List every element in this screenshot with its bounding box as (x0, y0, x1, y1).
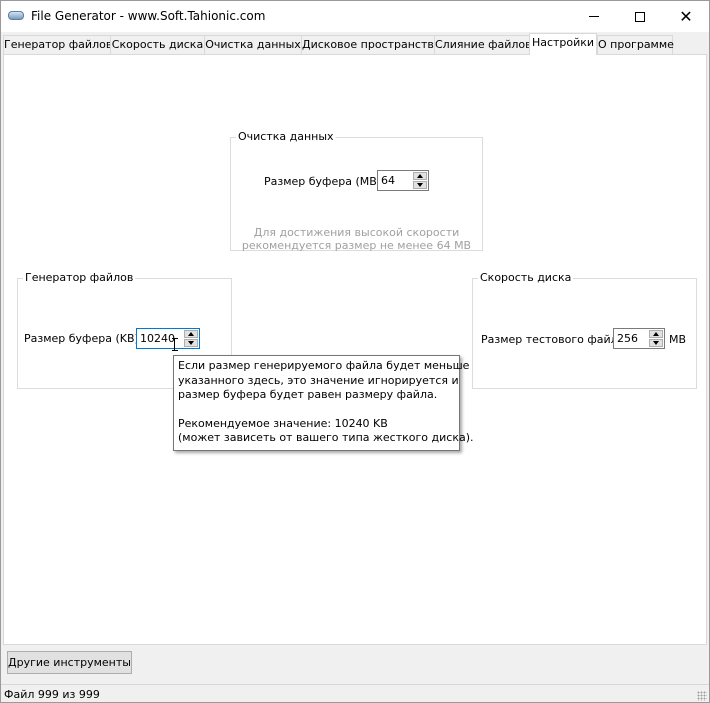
tab-disk-speed[interactable]: Скорость диска (110, 35, 205, 54)
arrow-down-icon (417, 183, 423, 187)
resize-grip-icon[interactable] (697, 691, 707, 701)
test-file-size-up-button[interactable] (649, 330, 663, 338)
maximize-button[interactable] (617, 1, 663, 32)
tab-data-wipe[interactable]: Очистка данных (204, 35, 302, 54)
generator-buffer-down-button[interactable] (184, 339, 198, 347)
data-wipe-group-title: Очистка данных (236, 130, 336, 143)
wipe-hint-line2: рекомендуется размер не менее 64 MB (241, 239, 472, 252)
test-file-size-label: Размер тестового файла: (481, 333, 629, 346)
title-bar[interactable]: File Generator - www.Soft.Tahionic.com ✕ (1, 1, 709, 32)
tooltip-line4: Рекомендуемое значение: 10240 KB (178, 416, 388, 430)
close-icon: ✕ (679, 7, 693, 26)
close-button[interactable]: ✕ (663, 1, 709, 32)
data-wipe-group: Очистка данных Размер буфера (MB): 64 Дл… (230, 130, 483, 252)
disk-speed-group: Скорость диска Размер тестового файла: 2… (472, 271, 697, 389)
test-file-size-down-button[interactable] (649, 339, 663, 347)
arrow-up-icon (417, 174, 423, 178)
test-file-size-value[interactable]: 256 (617, 332, 638, 345)
maximize-icon (635, 11, 645, 22)
arrow-down-icon (653, 341, 659, 345)
wipe-buffer-stepper[interactable]: 64 (377, 170, 429, 191)
file-generator-group-title: Генератор файлов (23, 271, 136, 284)
other-tools-button[interactable]: Другие инструменты (7, 651, 132, 674)
wipe-buffer-value[interactable]: 64 (381, 174, 395, 187)
wipe-buffer-label: Размер буфера (MB): (264, 175, 385, 188)
minimize-button[interactable] (571, 1, 617, 32)
arrow-down-icon (188, 341, 194, 345)
minimize-icon (589, 16, 599, 17)
bottom-toolbar: Другие инструменты (1, 646, 709, 684)
disk-speed-group-title: Скорость диска (478, 271, 574, 284)
tooltip-line5: (может зависеть от вашего типа жесткого … (178, 431, 474, 444)
app-disk-icon (8, 11, 24, 20)
wipe-buffer-up-button[interactable] (413, 172, 427, 180)
generator-buffer-value[interactable]: 10240 (140, 332, 175, 345)
tab-file-generator[interactable]: Генератор файлов (3, 35, 112, 54)
arrow-up-icon (653, 332, 659, 336)
test-file-size-unit: MB (669, 333, 687, 346)
text-cursor-icon (172, 338, 179, 351)
tooltip-line1: Если размер генерируемого файла будет ме… (178, 359, 470, 372)
generator-buffer-label: Размер буфера (KB): (24, 332, 143, 345)
tab-about[interactable]: О программе (597, 35, 674, 54)
wipe-buffer-down-button[interactable] (413, 181, 427, 189)
buffer-size-tooltip: Если размер генерируемого файла будет ме… (173, 355, 474, 451)
tab-strip: Генератор файлов Скорость диска Очистка … (3, 33, 707, 55)
wipe-hint-line1: Для достижения высокой скорости (253, 226, 460, 239)
tab-file-merge[interactable]: Слияние файлов (434, 35, 532, 54)
test-file-size-stepper[interactable]: 256 (613, 328, 665, 349)
settings-panel: Очистка данных Размер буфера (MB): 64 Дл… (3, 54, 707, 645)
tab-settings[interactable]: Настройки (529, 33, 597, 55)
app-window: File Generator - www.Soft.Tahionic.com ✕… (0, 0, 710, 703)
generator-buffer-stepper[interactable]: 10240 (136, 328, 200, 349)
status-bar: Файл 999 из 999 (1, 684, 709, 702)
tab-disk-space[interactable]: Дисковое пространство (301, 35, 441, 54)
tooltip-line2: указанного здесь, это значение игнорируе… (178, 373, 459, 387)
tooltip-line3: размер буфера будет равен размеру файла. (178, 388, 438, 401)
window-title: File Generator - www.Soft.Tahionic.com (31, 9, 266, 23)
status-text: Файл 999 из 999 (4, 688, 100, 701)
arrow-up-icon (188, 332, 194, 336)
generator-buffer-up-button[interactable] (184, 330, 198, 338)
